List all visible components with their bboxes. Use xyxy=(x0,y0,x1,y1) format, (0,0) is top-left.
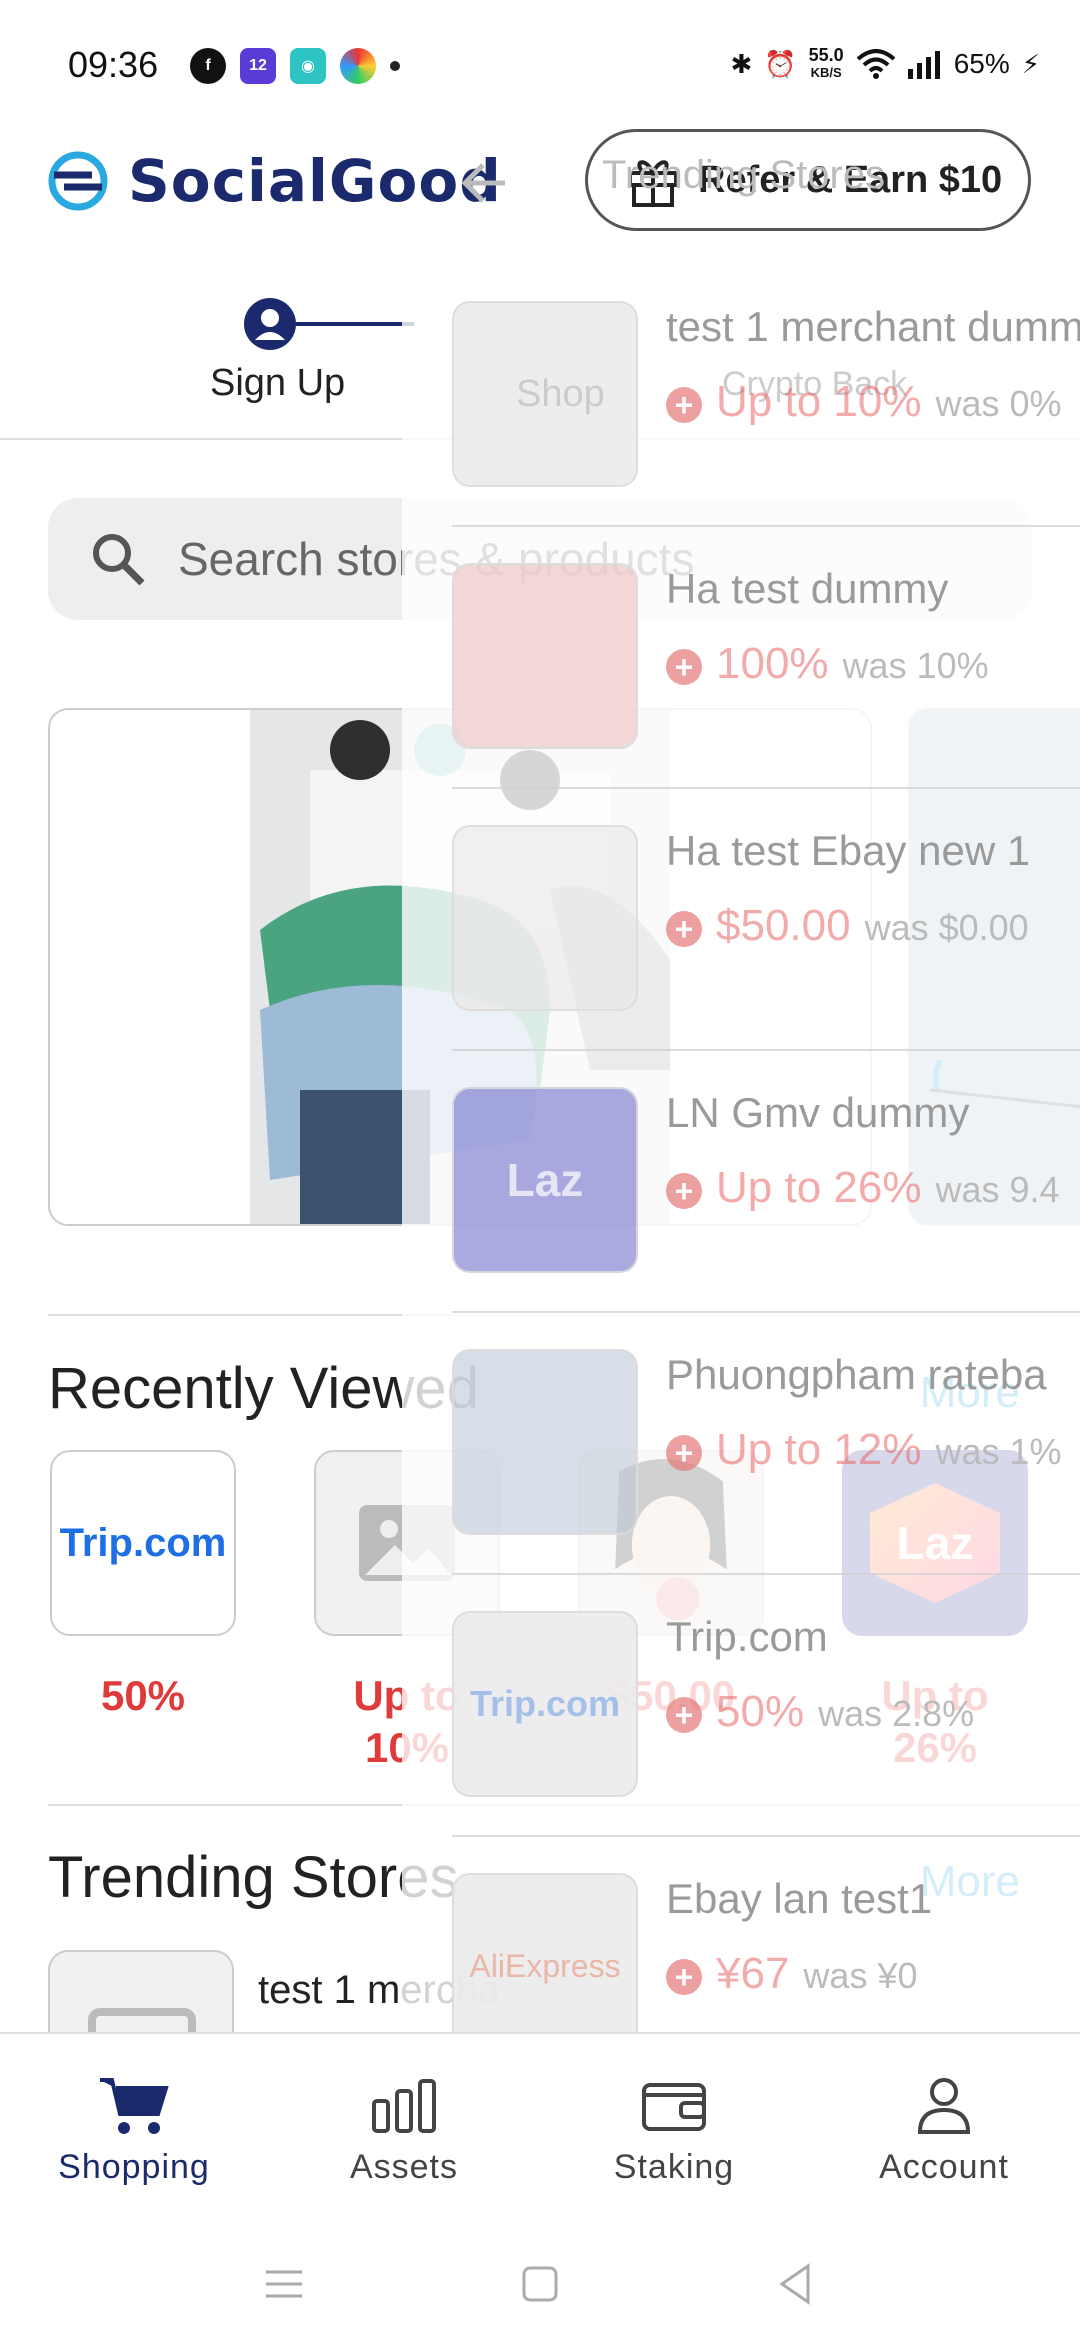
app-logo: SocialGood xyxy=(40,147,502,215)
app-name: SocialGood xyxy=(128,147,502,215)
onboarding-stepper: Sign Up xyxy=(0,290,1080,440)
bottom-navigation: Shopping Assets Staking Account xyxy=(0,2032,1080,2222)
step-label-sign-up: Sign Up xyxy=(210,362,346,404)
bluetooth-icon: ✱ xyxy=(730,48,753,79)
system-navigation-bar xyxy=(0,2222,1080,2340)
trending-store-name[interactable]: test 1 mercha... xyxy=(258,1968,534,2013)
nav-shopping[interactable]: Shopping xyxy=(24,2074,244,2187)
status-bar: 09:36 f 12 ◉ ✱ ⏰ 55.0 KB/S 65% ⚡ xyxy=(0,0,1080,130)
network-speed-value: 55.0 xyxy=(808,45,844,65)
system-status: ✱ ⏰ 55.0 KB/S 65% ⚡ xyxy=(730,46,1040,82)
recently-viewed-title: Recently Viewed xyxy=(48,1356,479,1421)
status-time: 09:36 xyxy=(68,44,159,85)
stepper-divider xyxy=(0,438,1080,440)
banner-clothing-image xyxy=(250,710,670,1224)
nav-label: Staking xyxy=(613,2148,735,2186)
placeholder-image-icon xyxy=(314,1450,500,1636)
overlay-store-name: Ebay lan test1 xyxy=(666,1875,933,1922)
notification-icons: f 12 ◉ xyxy=(190,48,400,84)
recently-viewed-item[interactable]: $50.00 xyxy=(578,1450,764,1722)
step-user-icon[interactable] xyxy=(244,298,296,350)
trip-logo: Trip.com xyxy=(50,1450,236,1636)
trending-stores-title: Trending Stores xyxy=(48,1845,459,1910)
cart-icon xyxy=(24,2074,244,2138)
trending-stores-more-link[interactable]: More xyxy=(920,1857,1020,1907)
nav-assets[interactable]: Assets xyxy=(294,2074,514,2187)
wifi-icon xyxy=(856,49,896,79)
signal-icon xyxy=(907,51,940,79)
menu-icon[interactable] xyxy=(262,2262,306,2306)
home-icon[interactable] xyxy=(518,2262,562,2306)
nav-label: Shopping xyxy=(58,2148,210,2186)
network-speed-unit: KB/S xyxy=(810,65,842,80)
back-arrow-icon[interactable] xyxy=(455,153,515,213)
gift-icon xyxy=(628,160,678,207)
promo-banner-next[interactable] xyxy=(908,708,1080,1226)
overlay-cashback: + ¥67 was ¥0 xyxy=(666,1949,918,1999)
facebook-icon: f xyxy=(190,48,226,84)
overlay-cashback: + 100% was 10% xyxy=(666,639,989,689)
wallet-icon xyxy=(564,2074,784,2138)
plus-icon: + xyxy=(666,649,702,685)
cashback-value: Up to 26% xyxy=(881,1672,989,1771)
back-triangle-icon[interactable] xyxy=(774,2262,818,2306)
search-icon xyxy=(93,534,145,586)
refer-earn-label: Refer & Earn $10 xyxy=(698,158,1003,201)
recently-viewed-item[interactable]: Laz Up to 26% xyxy=(842,1450,1028,1774)
cashback-value: $50.00 xyxy=(606,1672,736,1719)
person-icon xyxy=(834,2074,1054,2138)
nav-account[interactable]: Account xyxy=(834,2074,1054,2187)
charging-icon: ⚡ xyxy=(1021,48,1040,79)
lazada-logo: Laz xyxy=(842,1450,1028,1636)
more-notifications-dot xyxy=(390,61,400,71)
network-speed: 55.0 KB/S xyxy=(809,46,844,82)
promo-banner[interactable] xyxy=(48,708,872,1226)
step-progress-line xyxy=(296,322,414,326)
search-bar[interactable] xyxy=(48,498,1032,620)
section-divider xyxy=(48,1314,1080,1316)
cashback-value: 50% xyxy=(100,1672,186,1719)
battery-level: 65% xyxy=(953,48,1010,79)
browser-app-icon xyxy=(340,48,376,84)
product-photo xyxy=(578,1450,764,1636)
socialgood-logo-icon xyxy=(48,151,108,211)
chat-app-icon: ◉ xyxy=(290,48,326,84)
refer-earn-button[interactable]: Refer & Earn $10 xyxy=(585,129,1031,231)
nav-staking[interactable]: Staking xyxy=(564,2074,784,2187)
app-header: SocialGood Refer & Earn $10 xyxy=(0,125,1080,235)
bar-chart-icon xyxy=(294,2074,514,2138)
nav-label: Assets xyxy=(349,2148,459,2186)
lazada-notification-icon: 12 xyxy=(240,48,276,84)
alarm-icon: ⏰ xyxy=(764,48,797,79)
plus-icon: + xyxy=(666,1959,702,1995)
nav-label: Account xyxy=(879,2148,1009,2186)
search-input[interactable] xyxy=(178,532,978,586)
cashback-value: Up to 10% xyxy=(353,1672,461,1771)
recently-viewed-more-link[interactable]: More xyxy=(920,1368,1020,1418)
recently-viewed-item[interactable]: Trip.com 50% xyxy=(50,1450,236,1722)
recently-viewed-item[interactable]: Up to 10% xyxy=(314,1450,500,1774)
section-divider xyxy=(48,1804,1080,1806)
